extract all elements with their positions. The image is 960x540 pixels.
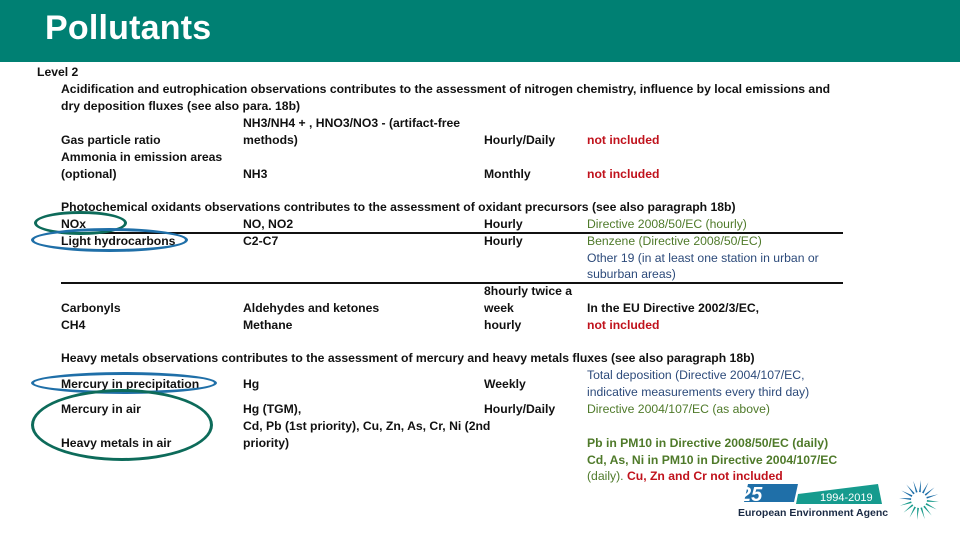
status-directive: Cd, As, Ni in PM10 in Directive 2004/107… [587, 453, 838, 467]
status-not-included: not included [587, 167, 660, 181]
species-cell: NH3/NH4 + , HNO3/NO3 - (artifact-free [243, 116, 461, 130]
species-cell: Hg [243, 377, 260, 391]
sun-center [912, 493, 926, 507]
highlight-oval-mercury-heavy-metals [31, 389, 213, 461]
sun-ray [926, 500, 939, 502]
sun-ray [923, 505, 932, 516]
status-note: indicative measurements every third day) [587, 385, 810, 399]
frequency-cell: Monthly [484, 167, 531, 181]
table-divider [61, 282, 843, 284]
species-cell: C2-C7 [243, 234, 279, 248]
sun-ray [922, 482, 929, 494]
logo-agency-name: European Environment Agency [738, 507, 888, 519]
status-directive: Directive 2008/50/EC (hourly) [587, 217, 747, 231]
section-acidification-heading: Acidification and eutrophication observa… [61, 82, 831, 96]
frequency-cell: 8hourly twice a [484, 284, 573, 298]
eea-anniversary-logo: 25 1994-2019 European Environment Agency [738, 484, 888, 519]
sun-ray [924, 487, 935, 496]
status-tail: (daily). [587, 469, 624, 483]
highlight-oval-light-hydrocarbons [31, 228, 188, 252]
status-directive: In the EU Directive 2002/3/EC, [587, 301, 760, 315]
species-cell: NO, NO2 [243, 217, 294, 231]
frequency-cell: Hourly/Daily [484, 133, 556, 147]
species-cell: NH3 [243, 167, 268, 181]
frequency-cell: hourly [484, 318, 522, 332]
pollutant-name: (optional) [61, 167, 117, 181]
level-label: Level 2 [37, 65, 79, 79]
sun-ray [913, 480, 918, 493]
status-directive: Benzene (Directive 2008/50/EC) [587, 234, 762, 248]
species-cell: Cd, Pb (1st priority), Cu, Zn, As, Cr, N… [243, 419, 491, 433]
sun-ray [906, 484, 915, 495]
status-note: Other 19 (in at least one station in urb… [587, 251, 819, 265]
section-photochemical-heading: Photochemical oxidants observations cont… [61, 200, 736, 214]
pollutant-name: CH4 [61, 318, 86, 332]
sun-ray [920, 507, 925, 520]
frequency-cell: Hourly [484, 217, 523, 231]
status-note: Total deposition (Directive 2004/107/EC, [587, 368, 805, 382]
sun-ray [925, 503, 937, 510]
frequency-cell: week [484, 301, 514, 315]
sun-ray [917, 507, 919, 520]
sun-ray [926, 494, 939, 499]
logo-years: 1994-2019 [820, 492, 873, 504]
species-cell: Hg (TGM), [243, 402, 302, 416]
logo-number: 25 [739, 484, 763, 506]
sun-ray [909, 506, 916, 518]
section-heavy-metals-heading: Heavy metals observations contributes to… [61, 351, 755, 365]
frequency-cell: Hourly/Daily [484, 402, 556, 416]
sun-ray [899, 501, 912, 506]
species-cell: methods) [243, 133, 298, 147]
title-bar: Pollutants [0, 0, 960, 62]
sun-ray [903, 504, 914, 513]
status-not-included: not included [587, 318, 660, 332]
status-not-included: Cu, Zn and Cr not included [626, 469, 783, 483]
species-cell: Methane [243, 318, 293, 332]
species-cell: priority) [243, 436, 290, 450]
eea-sun-icon [899, 480, 939, 520]
status-not-included: not included [587, 133, 660, 147]
sun-ray [919, 480, 921, 493]
pollutant-name: Ammonia in emission areas [61, 150, 223, 164]
sun-ray [901, 490, 913, 497]
section-acidification-heading-2: dry deposition fluxes (see also para. 18… [61, 99, 301, 113]
species-cell: Aldehydes and ketones [243, 301, 380, 315]
status-directive: Directive 2004/107/EC (as above) [587, 402, 770, 416]
frequency-cell: Weekly [484, 377, 526, 391]
pollutant-name: Carbonyls [61, 301, 121, 315]
frequency-cell: Hourly [484, 234, 523, 248]
sun-ray [899, 498, 912, 500]
page-title: Pollutants [45, 9, 212, 47]
status-note: suburban areas) [587, 267, 676, 281]
status-directive: Pb in PM10 in Directive 2008/50/EC (dail… [587, 436, 829, 450]
pollutant-name: Gas particle ratio [61, 133, 161, 147]
